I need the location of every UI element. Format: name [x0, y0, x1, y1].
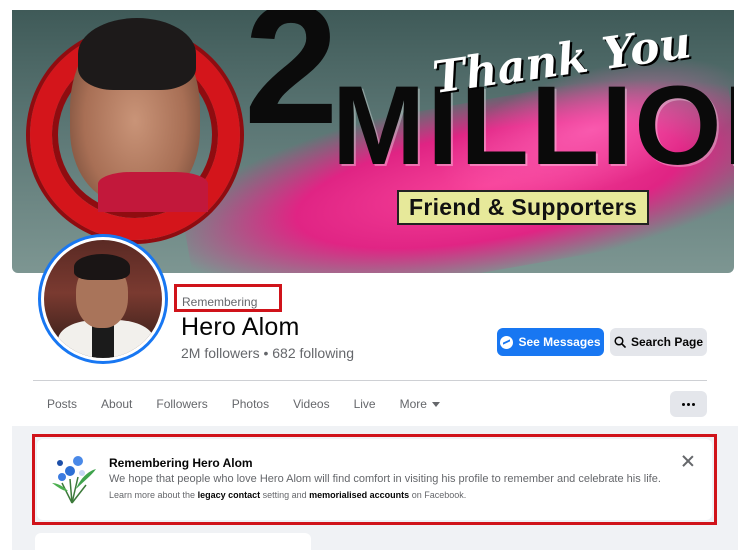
ellipsis-icon — [682, 402, 685, 406]
ellipsis-dot — [692, 402, 695, 406]
cover-portrait-hair — [78, 18, 196, 90]
cover-tagline: Friend & Supporters — [397, 190, 650, 225]
profile-name: Hero Alom — [181, 313, 300, 341]
search-page-button[interactable]: Search Page — [610, 328, 707, 356]
profile-avatar[interactable] — [38, 234, 168, 364]
intro-card — [35, 533, 311, 550]
tab-videos[interactable]: Videos — [293, 396, 329, 412]
profile-page: 2 MILLION Thank You Friend & Supporters … — [0, 0, 750, 550]
ellipsis-dot — [687, 402, 690, 406]
chevron-down-icon — [431, 401, 440, 407]
search-icon — [614, 336, 626, 348]
cover-portrait-shirt — [98, 172, 208, 212]
cover-photo[interactable]: 2 MILLION Thank You Friend & Supporters — [12, 10, 734, 273]
learn-more-suffix: on Facebook. — [409, 490, 467, 500]
notice-body: We hope that people who love Hero Alom w… — [109, 473, 661, 485]
tab-more-label: More — [399, 397, 427, 411]
remembering-label: Remembering — [174, 284, 282, 312]
tab-photos[interactable]: Photos — [232, 396, 269, 412]
learn-more-middle: setting and — [260, 490, 310, 500]
more-options-button[interactable] — [670, 391, 707, 417]
header-divider — [33, 380, 707, 381]
notice-title: Remembering Hero Alom — [109, 456, 253, 470]
messenger-icon — [500, 335, 514, 349]
see-messages-button[interactable]: See Messages — [497, 328, 604, 356]
see-messages-label: See Messages — [518, 335, 601, 349]
close-icon[interactable] — [681, 454, 695, 468]
search-page-label: Search Page — [630, 335, 704, 349]
notice-learn-more: Learn more about the legacy contact sett… — [109, 490, 466, 500]
memorialised-accounts-link[interactable]: memorialised accounts — [309, 490, 409, 500]
tab-more[interactable]: More — [400, 396, 440, 412]
tab-followers[interactable]: Followers — [156, 396, 207, 412]
avatar-hair — [74, 254, 130, 280]
tab-about[interactable]: About — [101, 396, 132, 412]
tab-posts[interactable]: Posts — [47, 396, 77, 412]
tab-live[interactable]: Live — [354, 396, 376, 412]
follow-counts[interactable]: 2M followers • 682 following — [181, 345, 354, 361]
legacy-contact-link[interactable]: legacy contact — [198, 490, 261, 500]
flower-bouquet-icon — [52, 456, 96, 504]
cover-number: 2 — [244, 10, 339, 160]
avatar-photo — [44, 240, 162, 358]
learn-more-prefix: Learn more about the — [109, 490, 198, 500]
profile-tabs: Posts About Followers Photos Videos Live… — [47, 396, 464, 412]
